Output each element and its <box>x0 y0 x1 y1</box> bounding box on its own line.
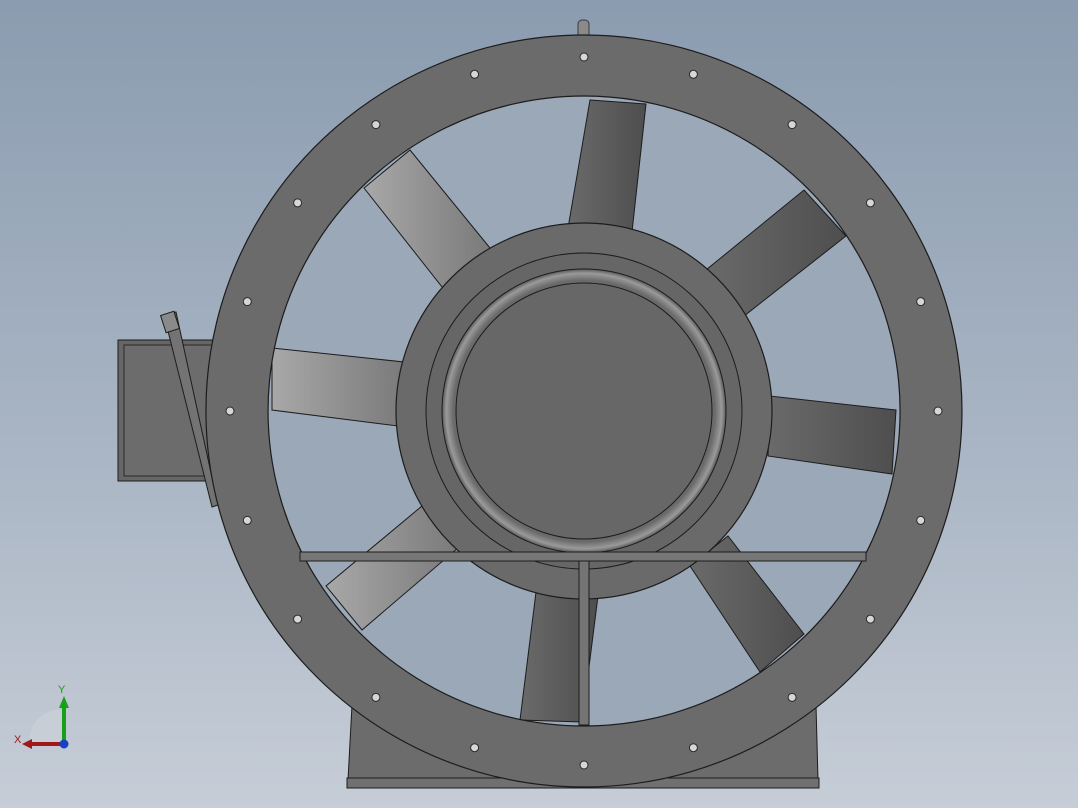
bolt-hole <box>933 406 943 416</box>
bolt-hole <box>688 69 698 79</box>
bolt-hole <box>371 120 381 130</box>
z-axis-dot-icon <box>59 739 69 749</box>
vertical-strut <box>578 560 590 726</box>
graphics-viewport[interactable]: Y X <box>0 0 1078 808</box>
bolt-hole <box>371 692 381 702</box>
horizontal-strut <box>299 551 867 562</box>
coordinate-triad: Y X <box>14 684 69 749</box>
y-axis-label: Y <box>58 684 66 696</box>
triad-arc <box>29 709 65 744</box>
bolt-hole <box>865 198 875 208</box>
bolt-hole <box>225 406 235 416</box>
bolt-hole <box>787 692 797 702</box>
x-axis-arrow-icon <box>22 739 32 749</box>
bolt-hole <box>470 743 480 753</box>
bolt-hole <box>293 198 303 208</box>
bolt-hole <box>865 614 875 624</box>
bolt-hole <box>579 760 589 770</box>
bolt-hole <box>470 69 480 79</box>
x-axis-label: X <box>14 734 22 746</box>
bolt-hole <box>916 297 926 307</box>
bolt-hole <box>579 52 589 62</box>
bolt-hole <box>916 515 926 525</box>
axial-fan-model[interactable] <box>0 0 1078 808</box>
junction-box-face <box>123 344 213 477</box>
bolt-hole <box>242 515 252 525</box>
bolt-hole <box>293 614 303 624</box>
y-axis-arrow-icon <box>59 696 69 708</box>
bolt-hole <box>787 120 797 130</box>
bolt-hole <box>688 743 698 753</box>
bolt-hole <box>242 297 252 307</box>
motor-cap <box>455 282 713 540</box>
